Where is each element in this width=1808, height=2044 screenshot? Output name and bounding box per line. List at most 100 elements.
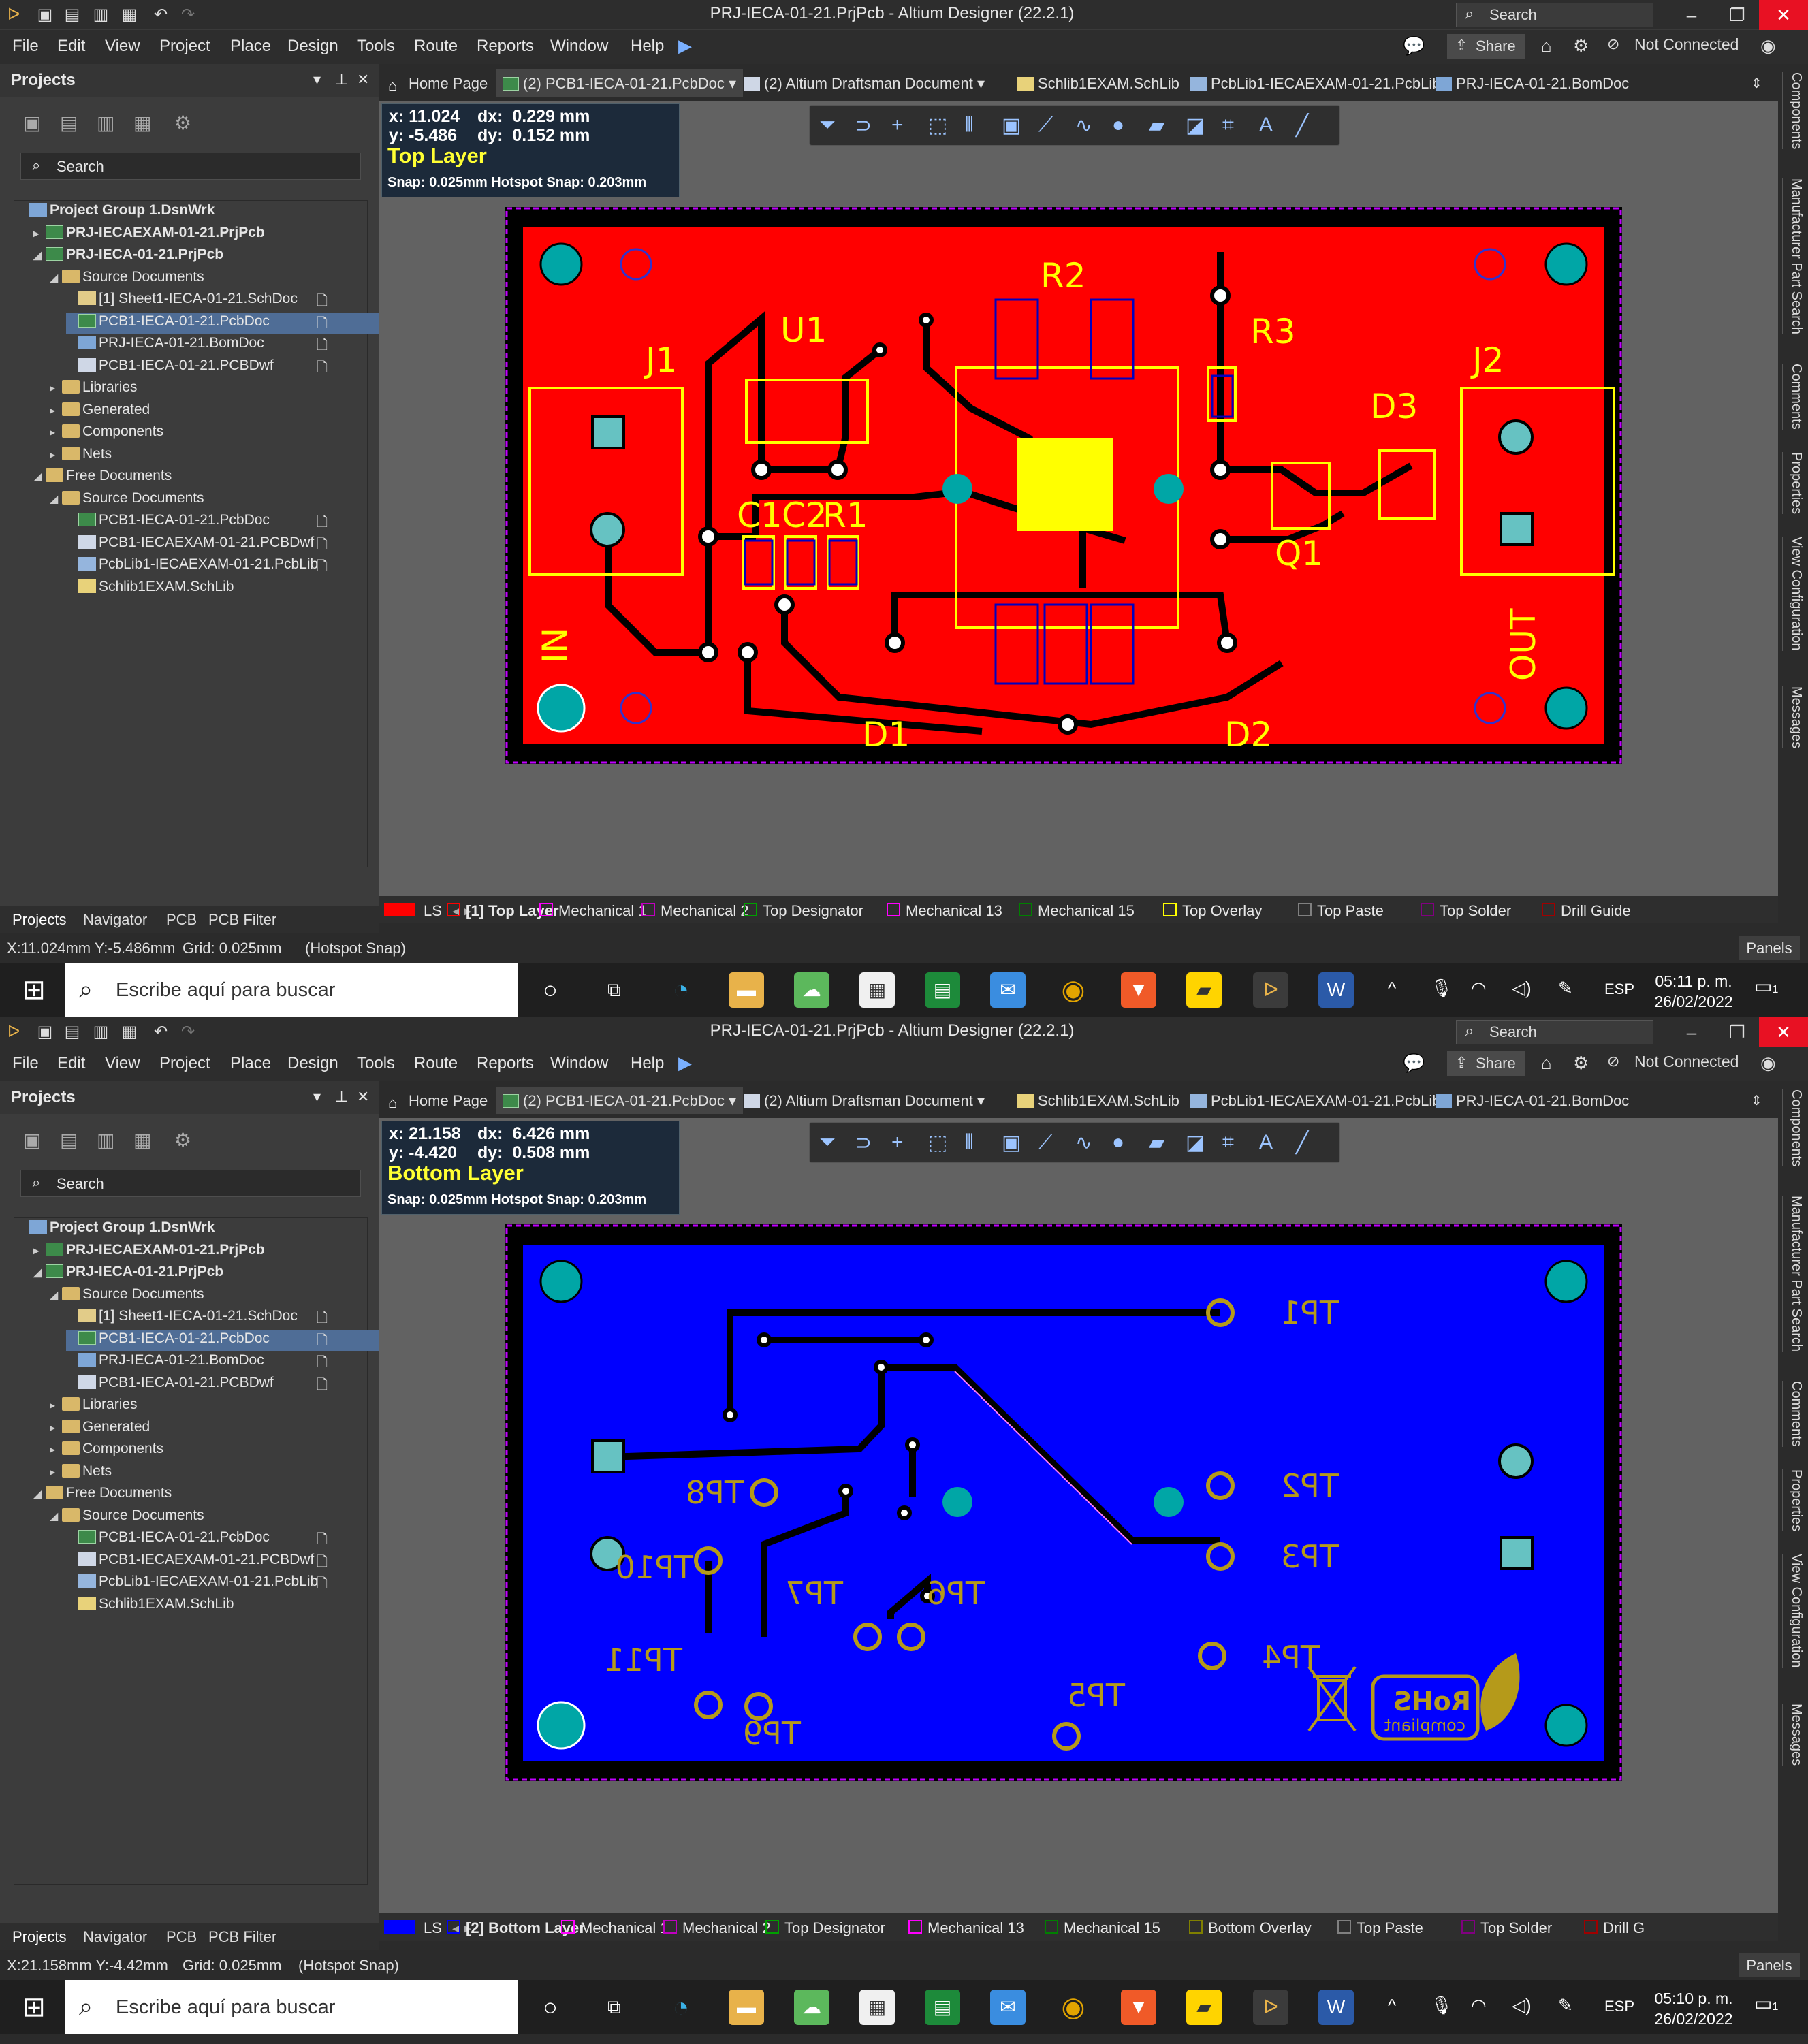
layer-tab[interactable]: Top Overlay — [1182, 902, 1262, 920]
tab-projects[interactable]: Projects — [12, 1928, 66, 1946]
text-icon[interactable]: A — [1259, 1131, 1273, 1154]
file-explorer-icon[interactable]: ▬ — [729, 972, 764, 1008]
menu-file[interactable]: File — [12, 37, 39, 56]
tree-item[interactable]: PcbLib1-IECAEXAM-01-21.PcbLib 🗋 — [66, 556, 328, 577]
cortana-icon[interactable]: ○ — [533, 972, 568, 1008]
open-icon[interactable]: ▥ — [91, 1023, 110, 1042]
tree-item[interactable]: ▸ Generated — [50, 1419, 150, 1439]
tab-properties[interactable]: Properties — [1782, 1469, 1804, 1532]
align-icon[interactable]: ⫴ — [965, 1131, 974, 1154]
menu-route[interactable]: Route — [414, 37, 458, 56]
route-icon[interactable]: ⊃ — [855, 1131, 872, 1155]
expand-arrow-icon[interactable]: ▸ — [50, 1421, 62, 1435]
microphone-icon[interactable]: 🎙 — [1430, 978, 1453, 999]
tree-item[interactable]: [1] Sheet1-IECA-01-21.SchDoc 🗋 — [66, 1308, 328, 1328]
tab-view-configuration[interactable]: View Configuration — [1782, 1554, 1804, 1668]
chevron-up-icon[interactable]: ^ — [1388, 1995, 1396, 2016]
comment-icon[interactable]: 💬 — [1403, 1053, 1425, 1074]
home-icon[interactable]: ⌂ — [1541, 1053, 1552, 1074]
save-all-icon[interactable]: ▤ — [63, 1023, 82, 1042]
sticky-notes-icon[interactable]: ▰ — [1186, 972, 1222, 1008]
restore-button[interactable]: ❐ — [1713, 1017, 1762, 1047]
comment-icon[interactable]: 💬 — [1403, 35, 1425, 57]
notification-icon[interactable]: ▭1 — [1754, 1992, 1778, 2015]
fill-icon[interactable]: ▰ — [1149, 114, 1164, 138]
minimize-button[interactable]: – — [1667, 1017, 1716, 1047]
save-icon[interactable]: ▣ — [35, 5, 54, 25]
notification-icon[interactable]: ▭1 — [1754, 975, 1778, 997]
wifi-icon[interactable]: ◠ — [1471, 978, 1487, 999]
store-icon[interactable]: ▦ — [859, 972, 895, 1008]
menu-project[interactable]: Project — [159, 1054, 210, 1073]
menu-tools[interactable]: Tools — [357, 37, 395, 56]
sheets-icon[interactable]: ▤ — [925, 972, 960, 1008]
tree-item[interactable]: [1] Sheet1-IECA-01-21.SchDoc 🗋 — [66, 291, 328, 311]
diff-pair-icon[interactable]: ∿ — [1075, 114, 1092, 138]
tab-pcblib[interactable]: PcbLib1-IECAEXAM-01-21.PcbLib — [1190, 69, 1441, 97]
file-explorer-icon[interactable]: ▬ — [729, 1990, 764, 2025]
layer-tab[interactable]: Top Solder — [1480, 1919, 1552, 1937]
edge-icon[interactable]: ◔ — [663, 1990, 699, 2025]
menu-window[interactable]: Window — [550, 37, 608, 56]
tree-item[interactable]: ◢ PRJ-IECA-01-21.PrjPcb — [33, 246, 223, 267]
pen-icon[interactable]: ✎ — [1558, 978, 1573, 999]
save-all-icon[interactable]: ▤ — [63, 5, 82, 25]
layer-tab[interactable]: Top Designator — [763, 902, 863, 920]
route-icon[interactable]: ⊃ — [855, 114, 872, 138]
tree-item[interactable]: PRJ-IECA-01-21.BomDoc 🗋 — [66, 335, 328, 355]
menu-window[interactable]: Window — [550, 1054, 608, 1073]
project-options-icon[interactable]: ▦ — [133, 112, 151, 134]
tab-draftsman[interactable]: (2) Altium Draftsman Document ▾ — [744, 1087, 985, 1114]
settings-icon[interactable]: ⚙ — [174, 112, 191, 134]
windows-start-icon[interactable]: ⊞ — [19, 975, 49, 1005]
layer-tab[interactable]: Top Paste — [1317, 902, 1384, 920]
connection-status[interactable]: Not Connected — [1634, 35, 1739, 54]
pcb-editor-canvas[interactable]: x: 21.158 dx: 6.426 mm y: -4.420 dy: 0.5… — [379, 1118, 1778, 1913]
pcb-editor-canvas[interactable]: x: 11.024 dx: 0.229 mm y: -5.486 dy: 0.1… — [379, 101, 1778, 896]
clock[interactable]: 05:11 p. m. 26/02/2022 — [1649, 971, 1738, 1012]
menu-design[interactable]: Design — [287, 37, 338, 56]
expand-arrow-icon[interactable]: ▸ — [50, 1465, 62, 1479]
select-icon[interactable]: ⬚ — [928, 114, 947, 138]
align-icon[interactable]: ⫴ — [965, 114, 974, 137]
user-icon[interactable]: ◉ — [1760, 1053, 1776, 1074]
tree-item[interactable]: PCB1-IECA-01-21.PCBDwf 🗋 — [66, 1375, 328, 1395]
settings-icon[interactable]: ⚙ — [174, 1129, 191, 1151]
menu-project[interactable]: Project — [159, 37, 210, 56]
tab-pcblib[interactable]: PcbLib1-IECAEXAM-01-21.PcbLib — [1190, 1087, 1441, 1114]
wifi-icon[interactable]: ◠ — [1471, 1995, 1487, 2016]
minimize-button[interactable]: – — [1667, 0, 1716, 30]
compile-icon[interactable]: ▤ — [60, 112, 78, 134]
pcb-board-bottom[interactable]: TP1 TP2 TP3 TP4 TP5 TP6 TP7 TP8 TP9 TP10… — [505, 1224, 1622, 1781]
place-component-icon[interactable]: ▣ — [1002, 114, 1021, 138]
via-icon[interactable]: ● — [1112, 114, 1124, 137]
panel-search-input[interactable]: ⌕ Search — [20, 1170, 361, 1197]
run-script-icon[interactable]: ▶ — [678, 35, 692, 57]
gear-icon[interactable]: ⚙ — [1573, 1053, 1589, 1074]
connection-status[interactable]: Not Connected — [1634, 1053, 1739, 1071]
tab-properties[interactable]: Properties — [1782, 452, 1804, 515]
layer-tab[interactable]: Top Paste — [1357, 1919, 1423, 1937]
polygon-icon[interactable]: ◪ — [1186, 114, 1205, 138]
tree-item[interactable]: PcbLib1-IECAEXAM-01-21.PcbLib 🗋 — [66, 1574, 328, 1594]
tab-bomdoc[interactable]: PRJ-IECA-01-21.BomDoc — [1436, 1087, 1629, 1114]
share-button[interactable]: ⇪ Share — [1447, 34, 1525, 59]
tab-bomdoc[interactable]: PRJ-IECA-01-21.BomDoc — [1436, 69, 1629, 97]
photos-icon[interactable]: ☁ — [794, 972, 829, 1008]
open-project-icon[interactable]: ▦ — [120, 5, 139, 25]
tree-item[interactable]: Project Group 1.DsnWrk — [17, 1219, 215, 1240]
run-script-icon[interactable]: ▶ — [678, 1053, 692, 1074]
tab-schlib[interactable]: Schlib1EXAM.SchLib — [1017, 1087, 1179, 1114]
user-icon[interactable]: ◉ — [1760, 35, 1776, 57]
expand-arrow-icon[interactable]: ▸ — [33, 227, 46, 240]
save-icon[interactable]: ▣ — [35, 1023, 54, 1042]
add-icon[interactable]: + — [891, 114, 904, 137]
menu-route[interactable]: Route — [414, 1054, 458, 1073]
tab-projects[interactable]: Projects — [12, 911, 66, 929]
expand-arrow-icon[interactable]: ◢ — [33, 249, 46, 262]
layer-tab[interactable]: Drill Guide — [1561, 902, 1631, 920]
tree-item[interactable]: ◢ Source Documents — [50, 490, 204, 511]
tab-navigator[interactable]: Navigator — [83, 1928, 147, 1946]
volume-icon[interactable]: ◁) — [1512, 1995, 1532, 2016]
expand-arrow-icon[interactable]: ▸ — [50, 1443, 62, 1456]
